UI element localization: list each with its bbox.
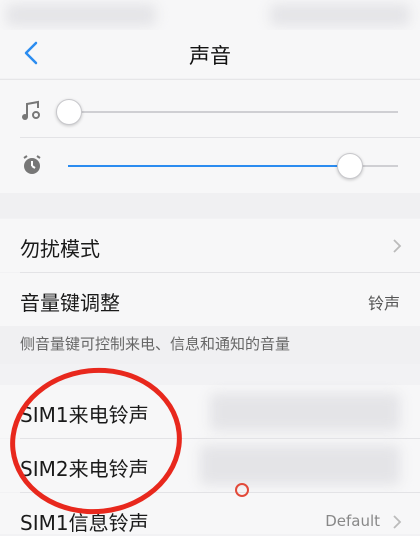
blurred-status-left [6,4,156,26]
hint-text: 侧音量键可控制来电、信息和通知的音量 [20,335,291,353]
annotation-dot [235,483,249,497]
row-label: 勿扰模式 [20,237,100,261]
chevron-right-icon [393,515,402,529]
chevron-right-icon [393,239,402,253]
slider-fill [68,165,349,167]
blurred-value [200,445,400,485]
divider [20,137,420,138]
blurred-value [210,393,400,431]
row-value: 铃声 [367,294,400,313]
blurred-status-right [270,4,410,26]
media-volume-row [0,86,420,136]
slider-thumb[interactable] [336,153,363,179]
page-title: 声音 [189,44,231,68]
row-value: Default [325,512,380,530]
media-volume-slider[interactable] [56,99,398,125]
volume-key-row[interactable]: 音量键调整 铃声 [0,273,420,326]
volume-section [0,79,420,193]
hint-section: 侧音量键可控制来电、信息和通知的音量 [0,326,420,364]
music-note-icon [22,100,40,120]
alarm-volume-slider[interactable] [68,153,398,179]
status-bar [0,0,420,30]
alarm-clock-icon [23,155,41,174]
do-not-disturb-row[interactable]: 勿扰模式 [0,219,420,272]
alarm-volume-row [0,140,420,190]
section-gap [0,193,420,218]
slider-thumb[interactable] [56,99,82,125]
row-label: 音量键调整 [20,291,120,315]
header-bar: 声音 [0,30,420,78]
